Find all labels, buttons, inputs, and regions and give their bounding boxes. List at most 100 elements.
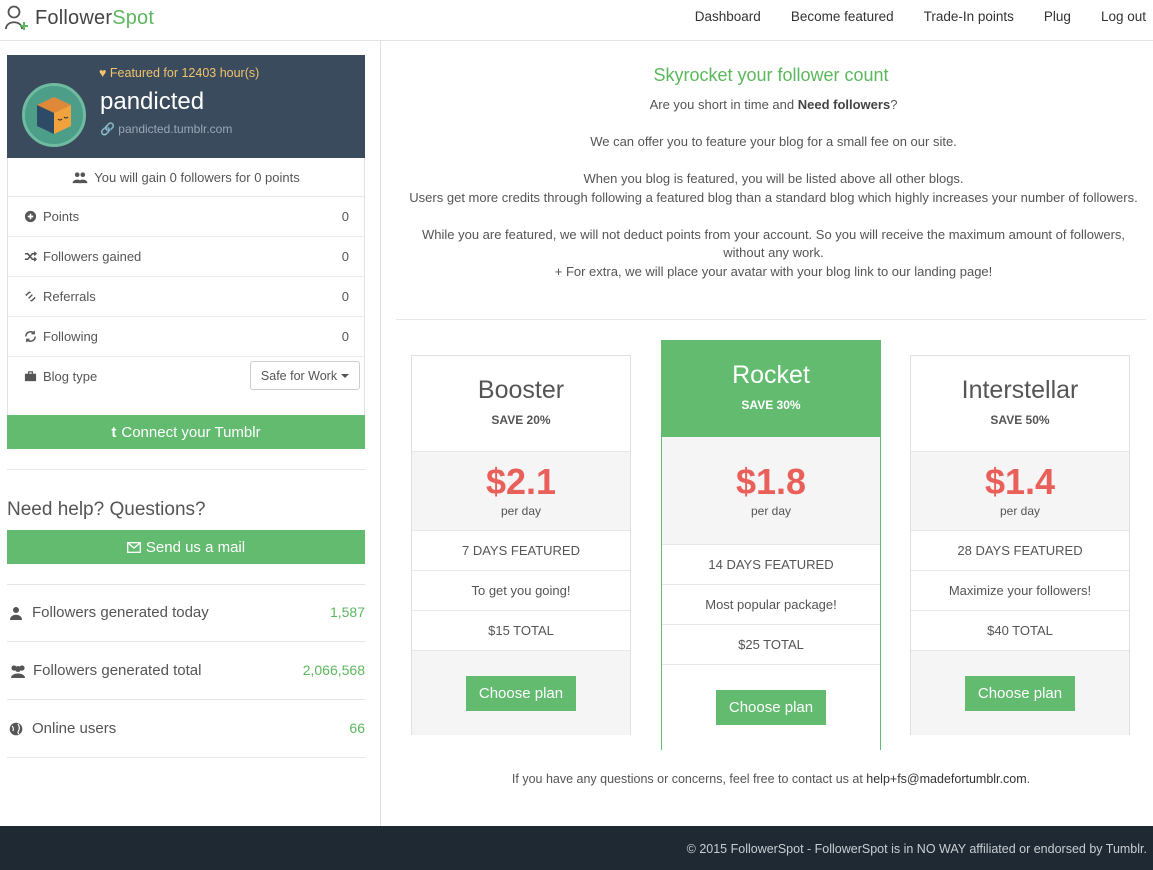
stat-following: Following 0: [8, 317, 364, 357]
brand-logo[interactable]: FollowerSpot: [5, 4, 154, 32]
stat-following-value: 0: [341, 329, 349, 344]
choose-plan-button[interactable]: Choose plan: [965, 676, 1075, 711]
link-icon: 🔗: [100, 122, 115, 136]
plan-save: SAVE 20%: [491, 413, 551, 427]
stat-followers-gained: Followers gained 0: [8, 237, 364, 277]
plan-booster: Booster SAVE 20% $2.1 per day 7 DAYS FEA…: [411, 355, 631, 735]
page-title: Skyrocket your follower count: [653, 65, 889, 85]
contact-line: If you have any questions or concerns, f…: [511, 772, 1031, 786]
refresh-icon: [25, 330, 36, 343]
heart-icon: ♥: [99, 66, 107, 80]
plan-price-unit: per day: [750, 504, 792, 518]
plan-total: $40 TOTAL: [911, 611, 1129, 651]
plan-header: Interstellar SAVE 50%: [911, 356, 1129, 452]
stat-followers-today: Followers generated today 1,587: [7, 584, 365, 642]
plan-footer: Choose plan: [911, 651, 1129, 735]
user-icon: [10, 606, 22, 620]
choose-plan-button[interactable]: Choose plan: [716, 690, 826, 725]
plan-price-amount: $2.1: [485, 461, 557, 502]
main-content: Skyrocket your follower count Are you sh…: [381, 41, 1153, 826]
avatar[interactable]: [22, 83, 86, 147]
intro-para-1: We can offer you to feature your blog fo…: [590, 134, 957, 149]
intro-question: Are you short in time and Need followers…: [649, 97, 898, 112]
send-mail-button[interactable]: Send us a mail: [7, 530, 365, 564]
stat-online-users: Online users 66: [7, 700, 365, 758]
stat-followers-gained-value: 0: [341, 249, 349, 264]
envelope-icon: [126, 541, 141, 553]
broken-link-icon: [25, 291, 36, 302]
stat-followers-total: Followers generated total 2,066,568: [7, 642, 365, 700]
featured-duration: ♥ Featured for 12403 hour(s): [99, 66, 260, 80]
shuffle-icon: [24, 251, 37, 262]
nav-log-out[interactable]: Log out: [1101, 9, 1146, 24]
nav-trade-in-points[interactable]: Trade-In points: [924, 9, 1014, 24]
contact-email-link[interactable]: help+fs@madefortumblr.com: [866, 772, 1026, 786]
plan-name: Interstellar: [961, 376, 1079, 404]
plan-days: 14 DAYS FEATURED: [662, 545, 880, 585]
stat-referrals: Referrals 0: [8, 277, 364, 317]
plan-header: Rocket SAVE 30%: [662, 341, 880, 437]
cube-avatar-icon: [37, 97, 71, 134]
plan-save: SAVE 50%: [990, 413, 1050, 427]
plan-price: $1.4 per day: [911, 452, 1129, 531]
sidebar: ♥ Featured for 12403 hour(s) pandicted 🔗…: [0, 41, 381, 826]
plan-tagline: Maximize your followers!: [911, 571, 1129, 611]
stat-blog-type: Blog type Safe for Work: [8, 357, 364, 397]
plan-price: $2.1 per day: [412, 452, 630, 531]
plan-price-unit: per day: [500, 504, 542, 518]
plan-footer: Choose plan: [662, 665, 880, 751]
plus-circle-icon: [24, 210, 37, 223]
briefcase-icon: [24, 371, 37, 382]
stat-points: Points 0: [8, 197, 364, 237]
plan-price-amount: $1.4: [984, 461, 1056, 502]
plan-footer: Choose plan: [412, 651, 630, 735]
profile-name: pandicted: [100, 88, 205, 115]
gain-summary: You will gain 0 followers for 0 points: [8, 158, 364, 197]
nav-plug[interactable]: Plug: [1044, 9, 1071, 24]
divider: [7, 469, 365, 470]
stats-box: You will gain 0 followers for 0 points P…: [7, 158, 365, 435]
plan-header: Booster SAVE 20%: [412, 356, 630, 452]
users-icon: [11, 664, 25, 678]
plan-tagline: To get you going!: [412, 571, 630, 611]
intro-text: Are you short in time and Need followers…: [401, 96, 1146, 281]
plan-tagline: Most popular package!: [662, 585, 880, 625]
nav-become-featured[interactable]: Become featured: [791, 9, 894, 24]
intro-para-2b: Users get more credits through following…: [409, 189, 1138, 205]
caret-down-icon: [341, 373, 350, 378]
brand-name: FollowerSpot: [35, 6, 155, 29]
blog-type-dropdown[interactable]: Safe for Work: [250, 361, 360, 390]
plan-rocket: Rocket SAVE 30% $1.8 per day 14 DAYS FEA…: [661, 340, 881, 751]
footer: © 2015 FollowerSpot - FollowerSpot is in…: [0, 826, 1153, 870]
choose-plan-button[interactable]: Choose plan: [466, 676, 576, 711]
profile-card: ♥ Featured for 12403 hour(s) pandicted 🔗…: [7, 55, 365, 158]
nav-menu: Dashboard Become featured Trade-In point…: [665, 0, 1146, 32]
plan-name: Rocket: [732, 361, 810, 389]
profile-url[interactable]: 🔗 pandicted.tumblr.com: [100, 122, 232, 136]
plan-name: Booster: [477, 376, 565, 404]
connect-tumblr-button[interactable]: t Connect your Tumblr: [7, 415, 365, 449]
globe-icon: [9, 722, 23, 735]
plan-save: SAVE 30%: [741, 398, 801, 412]
plan-total: $15 TOTAL: [412, 611, 630, 651]
intro-para-3b: + For extra, we will place your avatar w…: [554, 263, 993, 279]
tumblr-icon: t: [111, 423, 117, 441]
stat-points-value: 0: [341, 209, 349, 224]
intro-para-3a: While you are featured, we will not dedu…: [421, 226, 1126, 261]
help-title: Need help? Questions?: [7, 499, 206, 520]
plan-price-unit: per day: [999, 504, 1041, 518]
plan-days: 7 DAYS FEATURED: [412, 531, 630, 571]
user-plus-icon: [5, 5, 28, 30]
plan-total: $25 TOTAL: [662, 625, 880, 665]
stat-referrals-value: 0: [341, 289, 349, 304]
plan-price-amount: $1.8: [735, 461, 807, 502]
footer-copyright: © 2015 FollowerSpot - FollowerSpot is in…: [686, 842, 1147, 856]
navbar: FollowerSpot Dashboard Become featured T…: [0, 0, 1153, 41]
plan-price: $1.8 per day: [662, 437, 880, 545]
nav-dashboard[interactable]: Dashboard: [695, 9, 761, 24]
users-icon: [72, 171, 88, 183]
divider: [396, 319, 1146, 320]
plan-days: 28 DAYS FEATURED: [911, 531, 1129, 571]
plan-interstellar: Interstellar SAVE 50% $1.4 per day 28 DA…: [910, 355, 1130, 735]
intro-para-2a: When you blog is featured, you will be l…: [583, 171, 964, 186]
